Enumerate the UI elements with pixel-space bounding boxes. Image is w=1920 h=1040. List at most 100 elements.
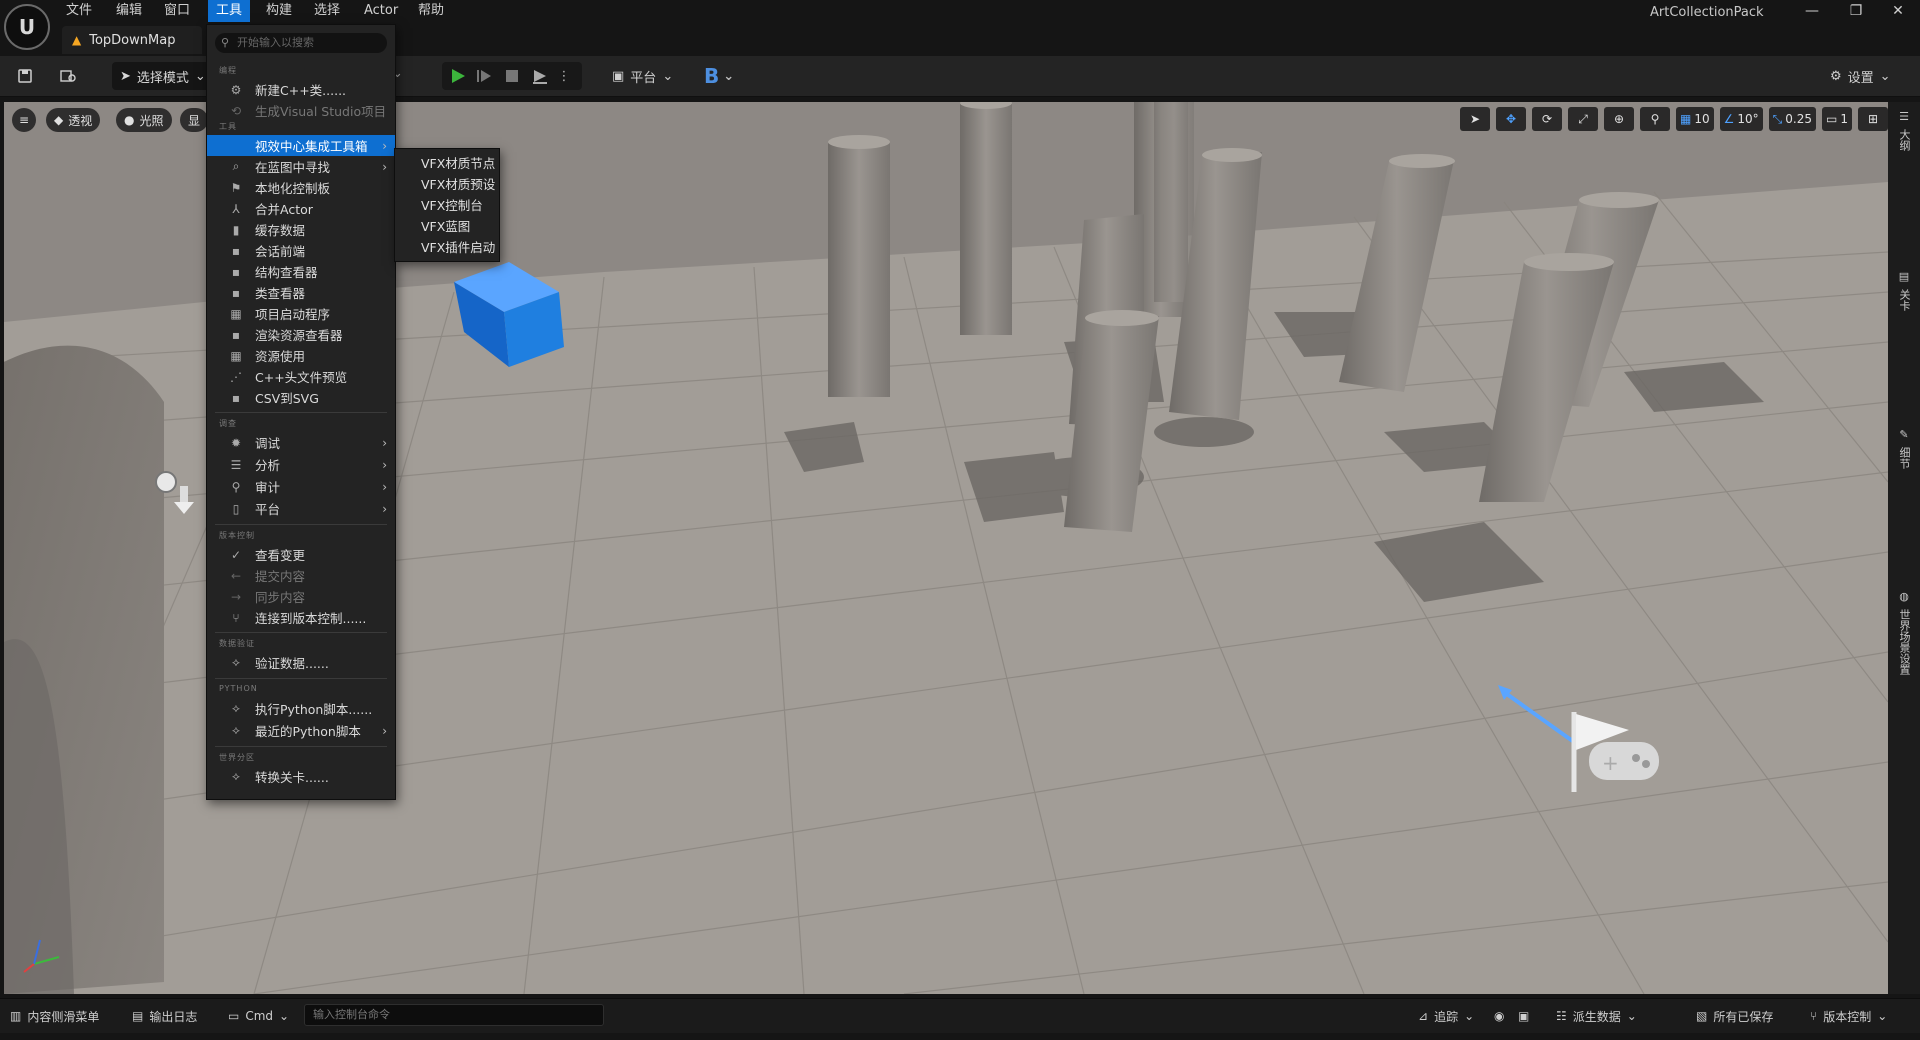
select-tool-icon[interactable]: ➤ <box>1460 107 1490 131</box>
perspective-button[interactable]: ◆ 透视 <box>46 108 101 132</box>
trace-dropdown[interactable]: ⊿ 追踪 ⌄ <box>1418 1004 1474 1028</box>
submenu-item[interactable]: VFX蓝图 <box>395 216 499 237</box>
outliner-label: 大纲 <box>1898 129 1911 151</box>
level-tab[interactable]: ▲ TopDownMap <box>62 26 202 54</box>
menu-item-tools_items-5[interactable]: ▪ 会话前端 <box>207 240 395 261</box>
scale-snap-toggle[interactable]: ⤡ 0.25 <box>1768 107 1816 131</box>
scale-tool-icon[interactable]: ⤢ <box>1568 107 1598 131</box>
menu-item-source_control_items-0[interactable]: ✓ 查看变更 <box>207 544 395 565</box>
menu-item-programming_items-1[interactable]: ⟲ 生成Visual Studio项目 <box>207 100 395 121</box>
output-log-button[interactable]: ▤ 输出日志 <box>132 1004 197 1028</box>
cmd-dropdown[interactable]: ▭ Cmd ⌄ <box>228 1004 289 1028</box>
browse-icon[interactable] <box>56 63 82 89</box>
menu-item-tools_items-3[interactable]: ⅄ 合并Actor <box>207 198 395 219</box>
menu-item-tools_items-6[interactable]: ▪ 结构查看器 <box>207 261 395 282</box>
menu-item-tools_items-8[interactable]: ▦ 项目启动程序 <box>207 303 395 324</box>
details-tab[interactable]: ✎ 细节 <box>1894 428 1914 469</box>
menu-search-input[interactable]: ⚲ 开始输入以搜索 <box>215 33 387 53</box>
derived-data-dropdown[interactable]: ☷ 派生数据 ⌄ <box>1556 1004 1637 1028</box>
content-drawer-label: 内容侧滑菜单 <box>27 1009 100 1024</box>
menu-7[interactable]: 帮助 <box>410 0 452 22</box>
menu-item-label: 本地化控制板 <box>255 181 331 196</box>
structure-icon: ▪ <box>231 264 241 279</box>
menu-item-python_items-0[interactable]: ⟡ 执行Python脚本...... <box>207 698 395 719</box>
menu-3[interactable]: 工具 <box>208 0 251 22</box>
menu-item-source_control_items-3[interactable]: ⑂ 连接到版本控制...... <box>207 607 395 628</box>
cube-icon: ◆ <box>54 113 64 127</box>
menu-item-python_items-1[interactable]: ⟡ 最近的Python脚本 › <box>207 720 395 741</box>
menu-item-tools_items-9[interactable]: ▪ 渲染资源查看器 <box>207 324 395 345</box>
translate-tool-icon[interactable]: ✥ <box>1496 107 1526 131</box>
source-control-dropdown[interactable]: ⑂ 版本控制 ⌄ <box>1810 1004 1887 1028</box>
save-icon[interactable] <box>12 63 38 89</box>
flag-icon: ⚑ <box>230 180 242 195</box>
surface-snap-icon[interactable]: ⚲ <box>1640 107 1670 131</box>
rotate-tool-icon[interactable]: ⟳ <box>1532 107 1562 131</box>
menu-item-profiling_items-1[interactable]: ☰ 分析 › <box>207 454 395 475</box>
menu-item-tools_items-0[interactable]: 视效中心集成工具箱 › <box>207 135 395 156</box>
menu-item-world_partition_items-0[interactable]: ⟡ 转换关卡...... <box>207 766 395 787</box>
menu-2[interactable]: 窗口 <box>156 0 198 22</box>
play-icon[interactable] <box>448 66 468 86</box>
world-settings-tab[interactable]: ◍ 世界场景设置 <box>1894 590 1914 675</box>
step-icon[interactable] <box>474 66 494 86</box>
menu-item-source_control_items-1[interactable]: ← 提交内容 <box>207 565 395 586</box>
eject-icon[interactable] <box>530 66 550 86</box>
menu-item-programming_items-0[interactable]: ⚙ 新建C++类...... <box>207 79 395 100</box>
menu-1[interactable]: 编辑 <box>108 0 150 22</box>
menu-item-profiling_items-0[interactable]: ✹ 调试 › <box>207 432 395 453</box>
menu-4[interactable]: 构建 <box>258 0 300 22</box>
layout-icon[interactable]: ⊞ <box>1858 107 1888 131</box>
menu-item-tools_items-10[interactable]: ▦ 资源使用 <box>207 345 395 366</box>
menu-separator <box>215 412 387 413</box>
menu-6[interactable]: Actor <box>356 0 406 22</box>
submenu-item[interactable]: VFX材质节点 <box>395 153 499 174</box>
select-mode-dropdown[interactable]: ➤ 选择模式 ⌄ <box>112 62 212 90</box>
submenu-item[interactable]: VFX控制台 <box>395 195 499 216</box>
lighting-button[interactable]: ● 光照 <box>116 108 172 132</box>
menu-item-tools_items-1[interactable]: ⌕ 在蓝图中寻找 › <box>207 156 395 177</box>
outliner-tab[interactable]: ☰ 大纲 <box>1894 110 1914 151</box>
settings-dropdown[interactable]: ⚙ 设置 ⌄ <box>1830 62 1891 90</box>
show-button[interactable]: 显 <box>180 108 209 132</box>
menu-item-label: 缓存数据 <box>255 223 306 238</box>
menu-item-tools_items-12[interactable]: ▪ CSV到SVG <box>207 387 395 408</box>
svg-text:+: + <box>1602 751 1619 775</box>
levels-tab[interactable]: ▤ 关卡 <box>1894 270 1914 311</box>
menu-item-source_control_items-2[interactable]: → 同步内容 <box>207 586 395 607</box>
submenu-item[interactable]: VFX插件启动 <box>395 237 499 258</box>
menu-item-tools_items-2[interactable]: ⚑ 本地化控制板 <box>207 177 395 198</box>
submenu-item[interactable]: VFX材质预设 <box>395 174 499 195</box>
menu-item-data_validation_items-0[interactable]: ⟡ 验证数据...... <box>207 652 395 673</box>
more-options-icon[interactable]: ⋮ <box>554 66 574 86</box>
screenshot-icon[interactable]: ▣ <box>1518 1004 1529 1028</box>
viewport-menu-icon[interactable]: ≡ <box>12 108 36 132</box>
session-icon: ▪ <box>231 243 241 258</box>
launcher-icon: ▦ <box>230 306 242 321</box>
menu-item-profiling_items-3[interactable]: ▯ 平台 › <box>207 498 395 519</box>
unreal-logo-icon[interactable]: U <box>4 4 50 50</box>
content-drawer-button[interactable]: ▥ 内容侧滑菜单 <box>10 1004 99 1028</box>
blueprint-dropdown[interactable]: B ⌄ <box>704 62 734 90</box>
chevron-right-icon: › <box>382 479 387 494</box>
menu-0[interactable]: 文件 <box>58 0 100 22</box>
menu-item-tools_items-11[interactable]: ⋰ C++头文件预览 <box>207 366 395 387</box>
all-saved-button[interactable]: ▧ 所有已保存 <box>1696 1004 1773 1028</box>
world-local-icon[interactable]: ⊕ <box>1604 107 1634 131</box>
camera-speed-button[interactable]: ▭ 1 <box>1822 107 1852 131</box>
grid-snap-toggle[interactable]: ▦ 10 <box>1676 107 1714 131</box>
chevron-down-icon: ⌄ <box>279 1009 290 1023</box>
stop-icon[interactable] <box>502 66 522 86</box>
platform-dropdown[interactable]: ▣ 平台 ⌄ <box>612 62 673 90</box>
menu-item-tools_items-7[interactable]: ▪ 类查看器 <box>207 282 395 303</box>
rotate-snap-toggle[interactable]: ∠ 10° <box>1719 107 1763 131</box>
console-command-input[interactable]: 输入控制台命令 <box>304 1004 604 1026</box>
menu-item-profiling_items-2[interactable]: ⚲ 审计 › <box>207 476 395 497</box>
minimize-button[interactable]: — <box>1790 0 1834 22</box>
record-icon[interactable]: ◉ <box>1494 1004 1504 1028</box>
restore-button[interactable]: ❐ <box>1834 0 1878 22</box>
close-button[interactable]: ✕ <box>1876 0 1920 22</box>
menu-5[interactable]: 选择 <box>306 0 348 22</box>
convert-icon: ⟡ <box>232 769 240 783</box>
menu-item-tools_items-4[interactable]: ▮ 缓存数据 <box>207 219 395 240</box>
